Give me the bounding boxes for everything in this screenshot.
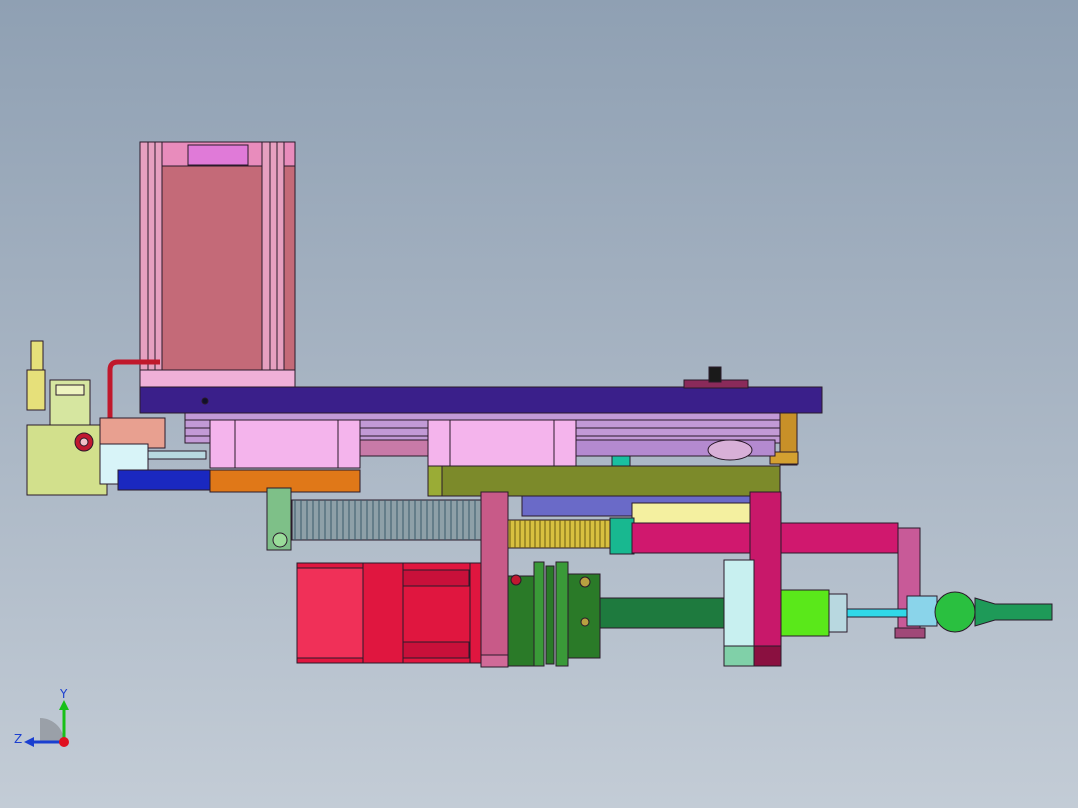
left-bracket [480,491,509,667]
blue-bar [117,469,211,491]
triad-y-label: Y [59,687,68,701]
push-rod [846,608,908,618]
cad-assembly-model [26,141,1053,668]
orientation-triad[interactable]: Y Z [14,687,69,747]
cad-viewport[interactable]: Y Z [0,0,1078,808]
x-axis-dot [59,737,69,747]
stepper-motor [139,141,296,388]
output-shaft [599,597,725,629]
compression-spring-left [266,487,483,551]
right-bracket [749,491,782,667]
nozzle [974,597,1053,627]
servo-motor [296,562,482,664]
shaft-coupling [507,561,601,667]
triad-z-label: Z [14,732,22,746]
compression-spring-right [505,519,611,549]
